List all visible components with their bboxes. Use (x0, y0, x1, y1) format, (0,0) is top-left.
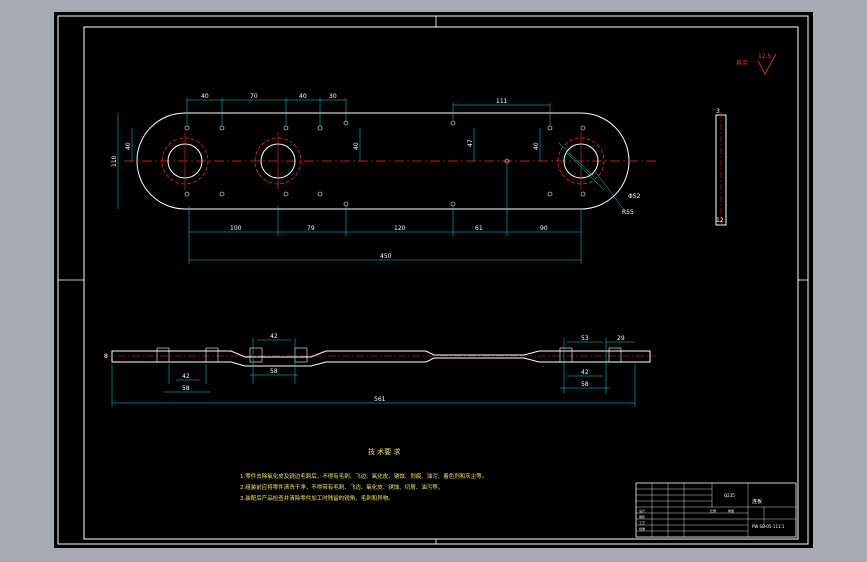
svg-text:561: 561 (374, 396, 386, 403)
svg-text:Φ52: Φ52 (628, 193, 641, 200)
cad-viewport[interactable]: 其余 12.5 40 70 40 30 111 110 40 40 47 40 … (54, 12, 813, 548)
svg-text:2.组装前应将零件清洗干净，不得带有毛刺、飞边、氧化皮、锈蚀: 2.组装前应将零件清洗干净，不得带有毛刺、飞边、氧化皮、锈蚀、切屑、油污等。 (240, 483, 443, 491)
svg-text:120: 120 (394, 225, 406, 232)
svg-text:重量: 重量 (728, 508, 734, 513)
svg-text:79: 79 (307, 225, 315, 232)
svg-text:29: 29 (617, 335, 625, 342)
section-view: 42 58 42 58 53 29 42 58 561 8 (104, 333, 656, 407)
svg-text:PW-SB-05-11: PW-SB-05-11 (752, 524, 778, 529)
svg-text:90: 90 (540, 225, 548, 232)
plan-view: 40 70 40 30 111 110 40 40 47 40 100 79 1… (111, 93, 656, 264)
svg-text:40: 40 (299, 93, 307, 100)
svg-text:53: 53 (581, 335, 589, 342)
svg-text:58: 58 (270, 368, 278, 375)
svg-text:1.零件去除氧化皮及锐边毛刺后，不得有毛刺、飞边、氧化皮、锈: 1.零件去除氧化皮及锐边毛刺后，不得有毛刺、飞边、氧化皮、锈蚀、划痕、油污、着色… (240, 472, 487, 480)
inner-frame (83, 26, 799, 540)
svg-text:技 术要 求: 技 术要 求 (368, 447, 400, 456)
svg-text:设计: 设计 (639, 508, 645, 513)
roughness-symbol: 其余 12.5 (736, 53, 777, 75)
svg-text:12.5: 12.5 (758, 53, 772, 60)
technical-notes: 技 术要 求 1.零件去除氧化皮及锐边毛刺后，不得有毛刺、飞边、氧化皮、锈蚀、划… (240, 447, 487, 502)
svg-text:61: 61 (475, 225, 483, 232)
svg-text:70: 70 (250, 93, 258, 100)
svg-text:450: 450 (380, 253, 392, 260)
svg-text:30: 30 (329, 93, 337, 100)
svg-text:R55: R55 (622, 209, 634, 216)
svg-text:42: 42 (182, 373, 190, 380)
svg-text:47: 47 (467, 139, 474, 147)
cad-drawing: 其余 12.5 40 70 40 30 111 110 40 40 47 40 … (57, 15, 809, 545)
svg-text:12: 12 (716, 217, 724, 224)
title-block: Q235 连板 PW-SB-05-11 1:1 设计 审核 工艺 批准 比例 重… (635, 482, 797, 538)
svg-text:110: 110 (111, 155, 118, 167)
svg-text:58: 58 (182, 385, 190, 392)
svg-text:111: 111 (496, 98, 508, 105)
svg-text:58: 58 (581, 381, 589, 388)
svg-text:审核: 审核 (639, 514, 645, 519)
svg-text:40: 40 (533, 142, 540, 150)
svg-text:42: 42 (270, 333, 278, 340)
svg-text:1:1: 1:1 (778, 524, 785, 529)
svg-text:连板: 连板 (752, 498, 762, 505)
svg-text:比例: 比例 (710, 508, 716, 513)
svg-text:3.装配后产品检查并清除零件加工时残留的锐角、毛刺和异物。: 3.装配后产品检查并清除零件加工时残留的锐角、毛刺和异物。 (240, 494, 394, 502)
svg-text:40: 40 (201, 93, 209, 100)
svg-text:批准: 批准 (639, 526, 645, 531)
svg-text:3: 3 (716, 108, 720, 115)
outer-frame (57, 15, 809, 545)
svg-text:40: 40 (353, 142, 360, 150)
svg-text:其余: 其余 (736, 59, 748, 67)
svg-text:42: 42 (581, 369, 589, 376)
bolt-holes (184, 120, 586, 207)
svg-text:8: 8 (104, 353, 108, 360)
svg-text:40: 40 (125, 142, 132, 150)
svg-text:Q235: Q235 (724, 493, 735, 498)
svg-text:100: 100 (230, 225, 242, 232)
svg-text:工艺: 工艺 (639, 520, 645, 525)
side-view: 3 12 (715, 108, 727, 228)
